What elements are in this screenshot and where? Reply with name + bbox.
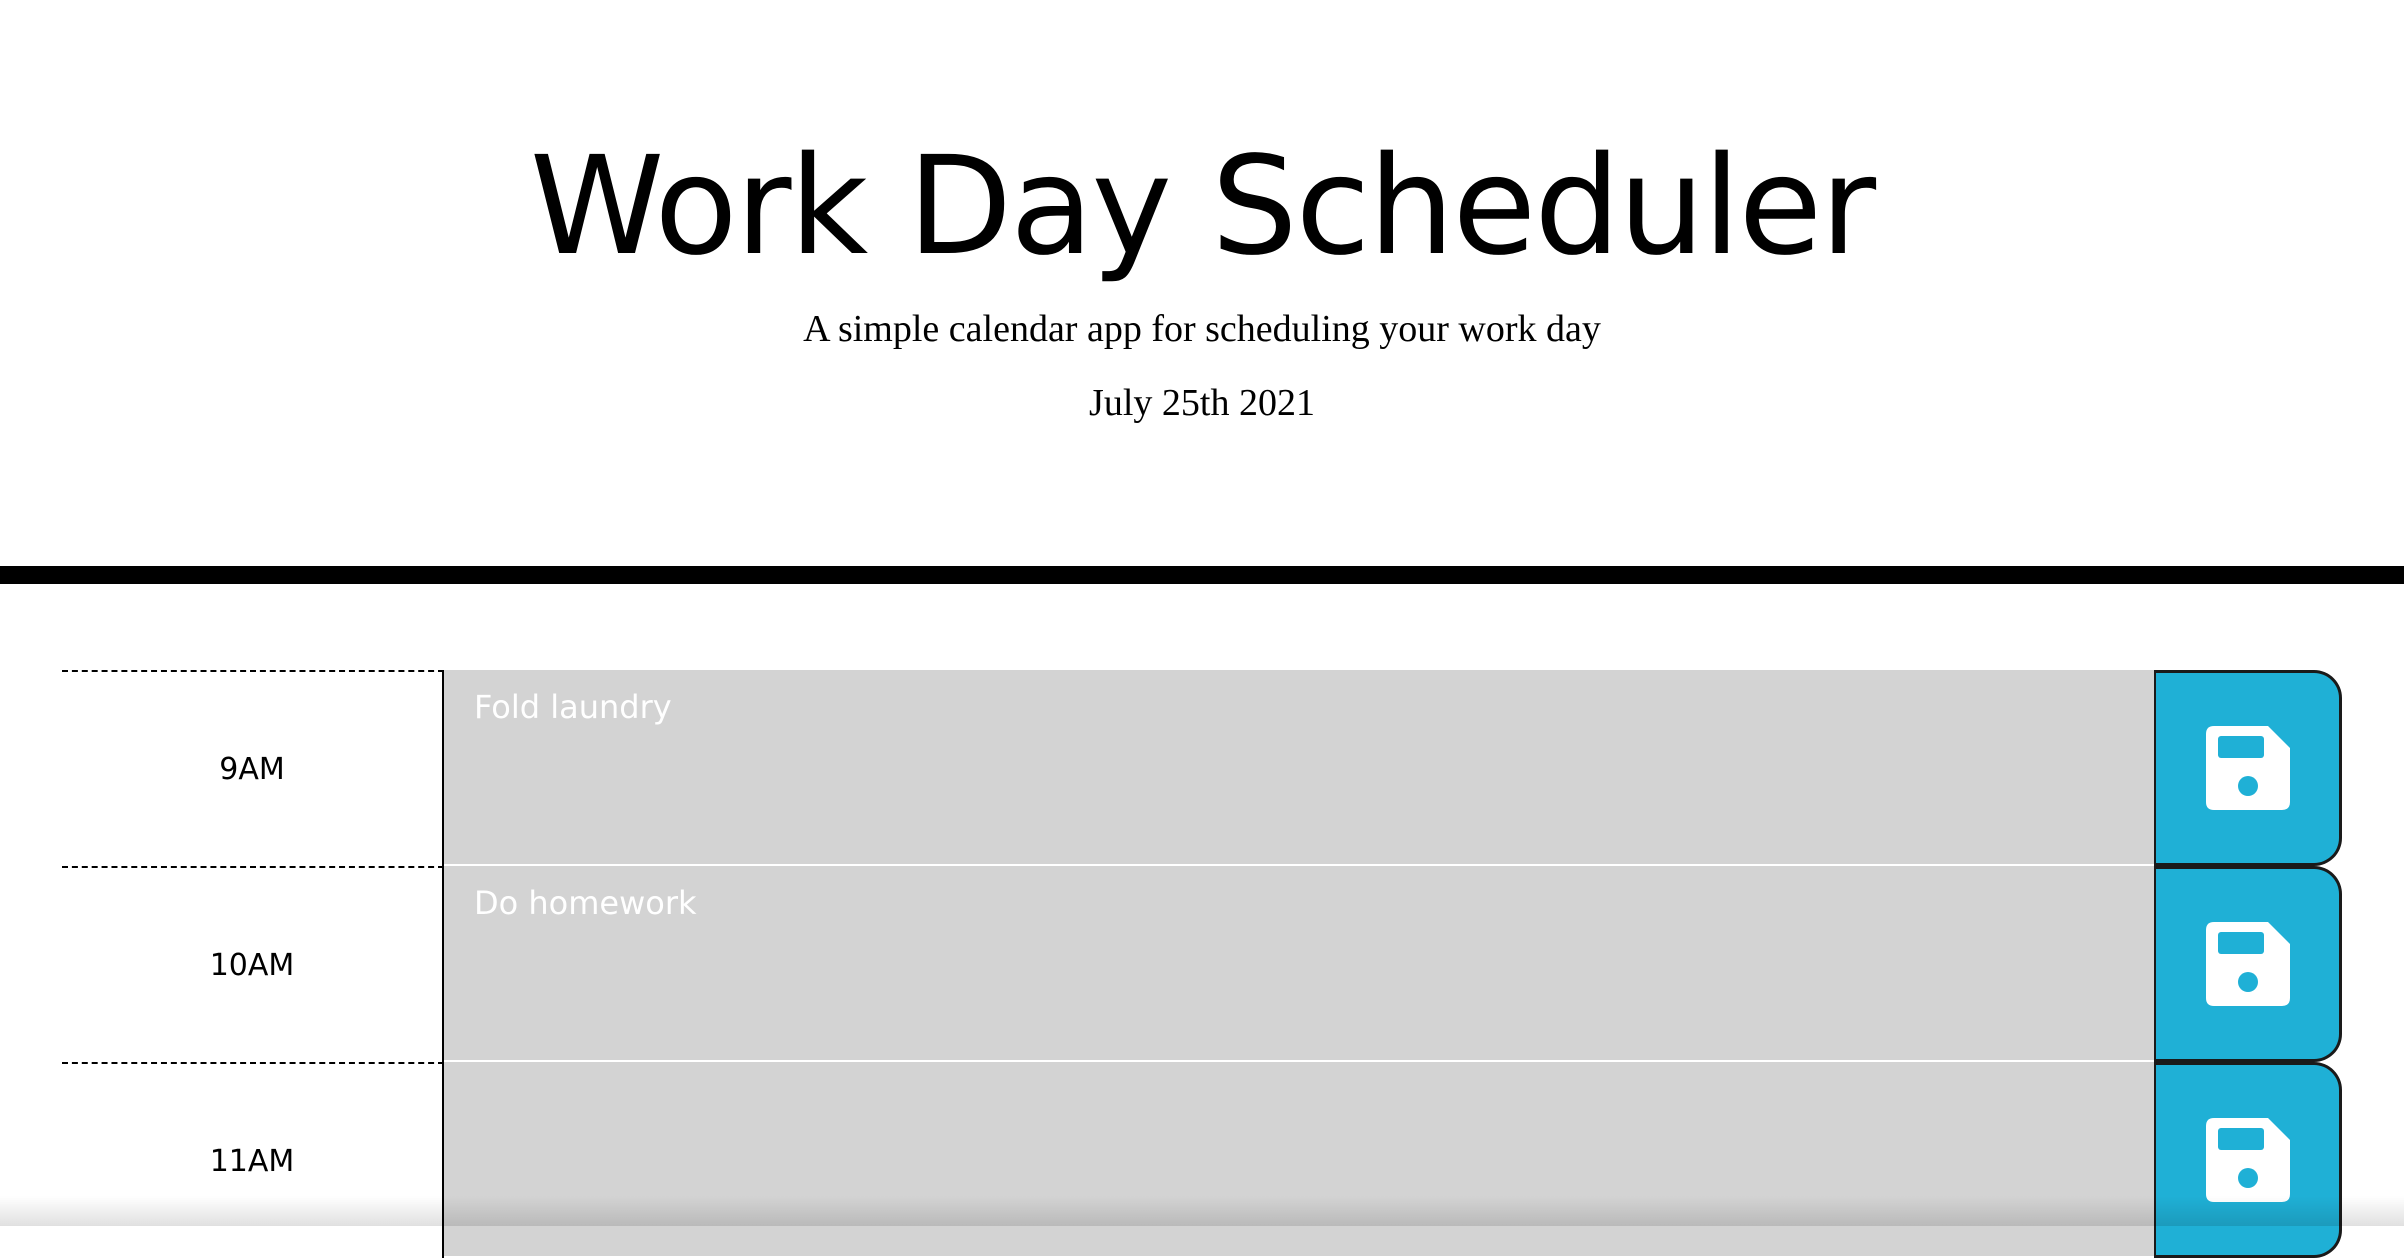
event-description-input[interactable]: Fold laundry [444,670,2154,866]
floppy-disk-icon [2206,1118,2290,1202]
time-block-9am: 9AM Fold laundry [62,670,2342,866]
hour-label: 9AM [62,670,444,866]
time-block-11am: 11AM [62,1062,2342,1258]
save-button[interactable] [2154,1062,2342,1258]
floppy-disk-icon [2206,726,2290,810]
current-date: July 25th 2021 [0,378,2404,428]
floppy-disk-icon [2206,922,2290,1006]
event-description-input[interactable] [444,1062,2154,1258]
header: Work Day Scheduler A simple calendar app… [0,0,2404,584]
scheduler-container: 9AM Fold laundry 10AM Do homework [62,670,2342,1258]
save-button[interactable] [2154,670,2342,866]
page-title: Work Day Scheduler [0,122,2404,292]
save-button[interactable] [2154,866,2342,1062]
hour-label: 10AM [62,866,444,1062]
hour-label: 11AM [62,1062,444,1258]
event-description-input[interactable]: Do homework [444,866,2154,1062]
time-block-10am: 10AM Do homework [62,866,2342,1062]
app-subtitle: A simple calendar app for scheduling you… [0,304,2404,354]
